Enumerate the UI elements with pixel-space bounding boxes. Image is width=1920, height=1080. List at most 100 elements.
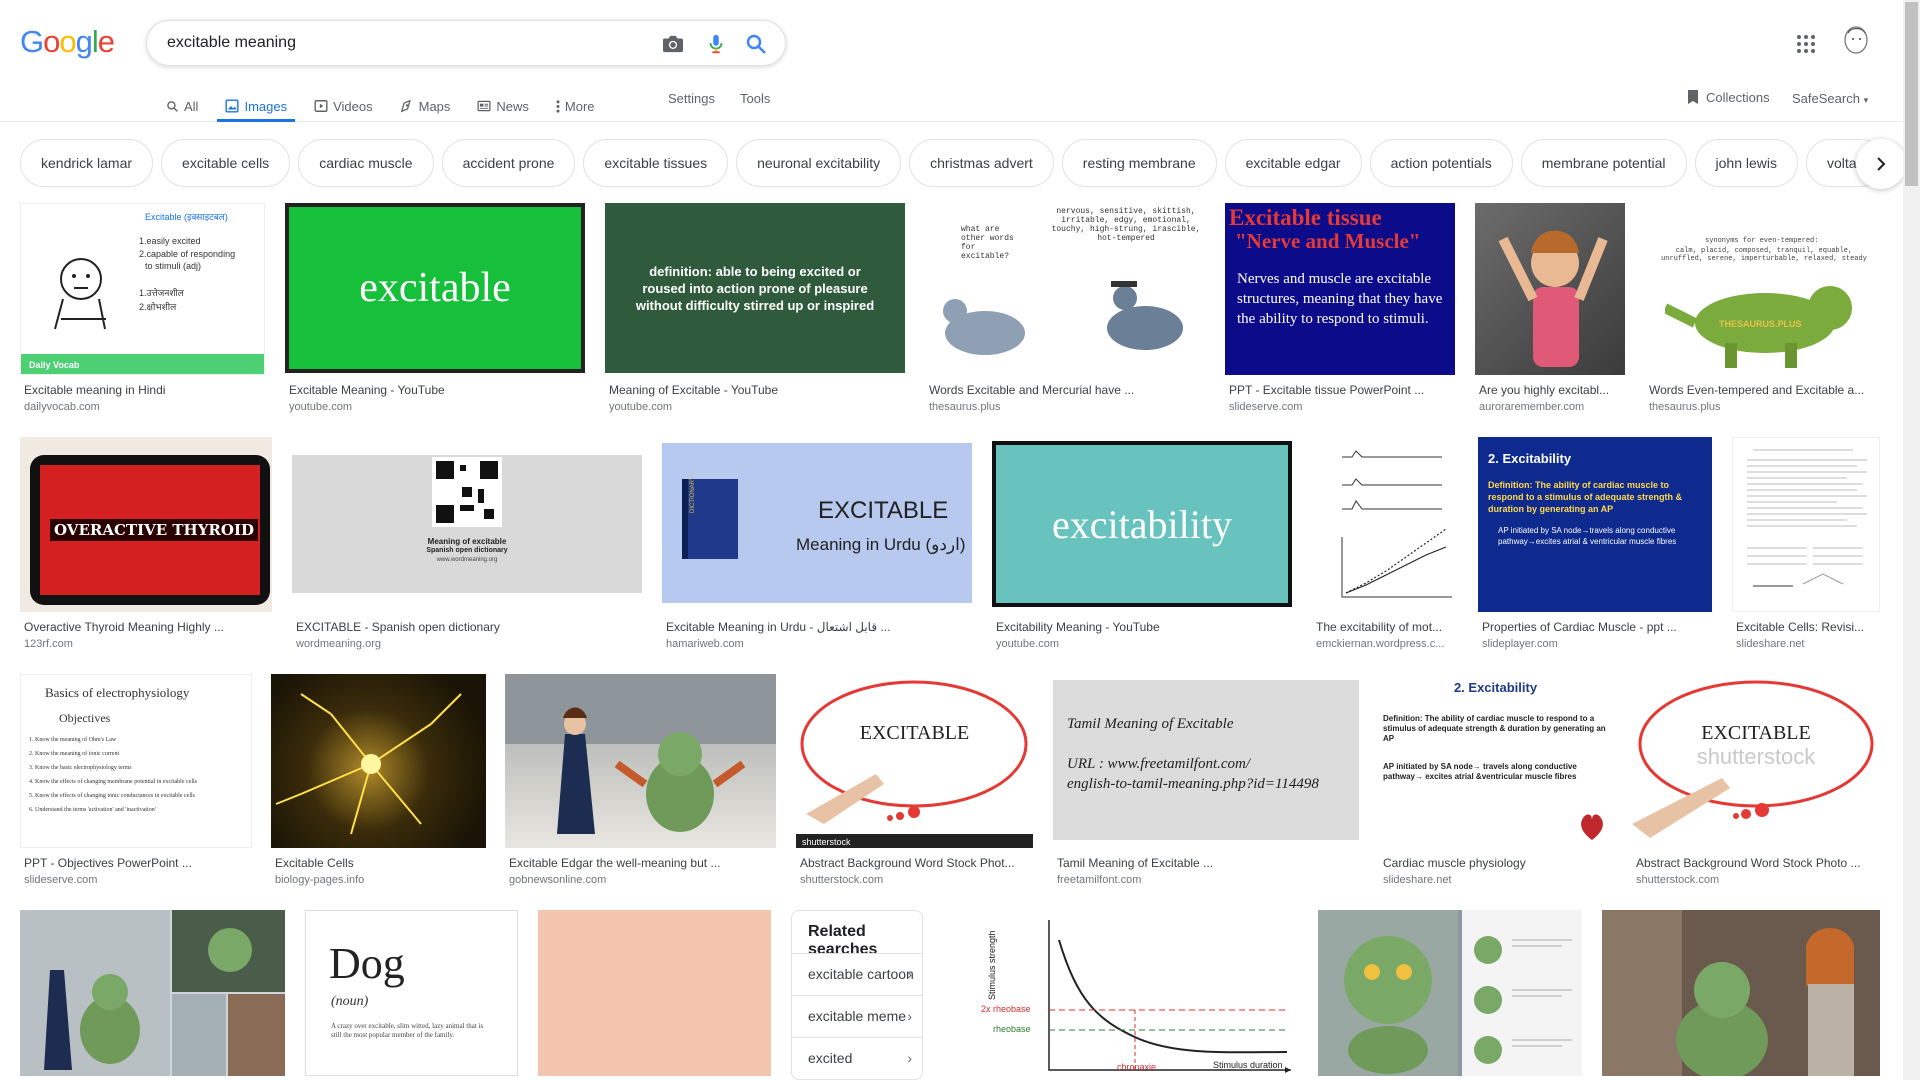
apps-grid-icon[interactable] [1796,34,1816,54]
image-result[interactable]: Are you highly excitabl... auroraremembe… [1475,203,1625,418]
result-title[interactable]: PPT - Excitable tissue PowerPoint ... [1229,383,1455,397]
result-source[interactable]: youtube.com [289,401,352,413]
chip[interactable]: accident prone [441,139,576,187]
result-source[interactable]: freetamilfont.com [1057,874,1141,886]
result-thumbnail[interactable] [1318,910,1582,1076]
image-result[interactable] [1602,910,1880,1080]
result-source[interactable]: gobnewsonline.com [509,874,606,886]
result-thumbnail[interactable]: DICTIONARY EXCITABLE Meaning in Urdu (ار… [662,437,972,612]
chips-next-button[interactable] [1856,139,1906,189]
chip[interactable]: john lewis [1694,139,1798,187]
result-title[interactable]: Cardiac muscle physiology [1383,856,1612,870]
safesearch-dropdown[interactable]: SafeSearch ▾ [1792,91,1868,106]
result-thumbnail[interactable]: excitable [285,203,585,373]
account-avatar[interactable] [1840,24,1872,60]
result-source[interactable]: hamariweb.com [666,638,744,650]
related-search-item[interactable]: excited › [792,1037,922,1079]
result-source[interactable]: slideshare.net [1383,874,1452,886]
tools-link[interactable]: Tools [740,91,770,106]
result-source[interactable]: thesaurus.plus [1649,401,1721,413]
image-result[interactable]: definition: able to being excited or rou… [605,203,905,418]
result-source[interactable]: shutterstock.com [800,874,883,886]
result-thumbnail[interactable]: Meaning of excitable Spanish open dictio… [292,437,642,612]
chip[interactable]: action potentials [1369,139,1513,187]
image-result[interactable] [538,910,771,1080]
result-title[interactable]: Excitable Cells [275,856,486,870]
tab-more[interactable]: More [556,88,595,122]
chip[interactable]: membrane potential [1520,139,1687,187]
chip[interactable]: cardiac muscle [298,139,434,187]
result-thumbnail[interactable] [538,910,771,1076]
result-thumbnail[interactable] [505,674,776,848]
result-thumbnail[interactable]: Stimulus strength 2x rheobase rheobase c… [977,910,1298,1076]
result-title[interactable]: Overactive Thyroid Meaning Highly ... [24,620,272,634]
collections-link[interactable]: Collections [1686,89,1770,105]
image-result[interactable]: excitability Excitability Meaning - YouT… [992,437,1292,652]
chip[interactable]: excitable cells [161,139,291,187]
chip[interactable]: christmas advert [909,139,1054,187]
image-result[interactable]: synonyms for even-tempered: calm, placid… [1645,203,1880,418]
result-source[interactable]: youtube.com [996,638,1059,650]
search-input[interactable]: excitable meaning [167,34,296,52]
image-result[interactable]: Excitable Edgar the well-meaning but ...… [505,674,776,889]
result-source[interactable]: emckiernan.wordpress.c... [1316,638,1444,650]
page-scrollbar[interactable] [1903,0,1920,1080]
result-title[interactable]: Excitable meaning in Hindi [24,383,264,397]
result-thumbnail[interactable] [1312,437,1458,612]
result-source[interactable]: thesaurus.plus [929,401,1001,413]
result-title[interactable]: Excitable Meaning in Urdu - قابل اشتعال … [666,620,972,634]
image-result[interactable]: excitable Excitable Meaning - YouTube yo… [285,203,585,418]
result-source[interactable]: biology-pages.info [275,874,364,886]
result-thumbnail[interactable]: Dog (noun) A crazy over excitable, slim … [305,910,518,1076]
result-thumbnail[interactable]: 2. Excitability Definition: The ability … [1478,437,1712,612]
result-source[interactable]: wordmeaning.org [296,638,381,650]
chip[interactable]: neuronal excitability [736,139,902,187]
result-thumbnail[interactable] [1475,203,1625,375]
image-result[interactable]: 2. Excitability Definition: The ability … [1478,437,1712,652]
tab-images[interactable]: Images [217,88,295,122]
result-thumbnail[interactable] [1602,910,1880,1076]
chip[interactable]: resting membrane [1061,139,1217,187]
result-source[interactable]: slideshare.net [1736,638,1805,650]
result-thumbnail[interactable] [20,910,285,1076]
image-result[interactable]: Tamil Meaning of Excitable URL : www.fre… [1053,674,1359,889]
result-source[interactable]: youtube.com [609,401,672,413]
result-source[interactable]: shutterstock.com [1636,874,1719,886]
result-source[interactable]: slideplayer.com [1482,638,1558,650]
result-thumbnail[interactable]: EXCITABLE shutterstock [1632,674,1880,848]
image-result[interactable]: Meaning of excitable Spanish open dictio… [292,437,642,652]
image-result[interactable]: The excitability of mot... emckiernan.wo… [1312,437,1458,652]
result-title[interactable]: Properties of Cardiac Muscle - ppt ... [1482,620,1712,634]
result-title[interactable]: Excitability Meaning - YouTube [996,620,1292,634]
image-result[interactable]: DICTIONARY EXCITABLE Meaning in Urdu (ار… [662,437,972,652]
result-thumbnail[interactable]: excitability [992,437,1292,612]
result-source[interactable]: 123rf.com [24,638,73,650]
result-thumbnail[interactable]: EXCITABLE shutterstock [796,674,1033,848]
result-title[interactable]: Words Even-tempered and Excitable a... [1649,383,1880,397]
result-title[interactable]: Tamil Meaning of Excitable ... [1057,856,1359,870]
microphone-icon[interactable] [705,32,727,56]
search-box[interactable]: excitable meaning [146,20,786,66]
chip[interactable]: kendrick lamar [20,139,154,187]
result-thumbnail[interactable]: Tamil Meaning of Excitable URL : www.fre… [1053,674,1359,848]
result-source[interactable]: auroraremember.com [1479,401,1584,413]
search-icon[interactable] [744,32,768,56]
result-title[interactable]: PPT - Objectives PowerPoint ... [24,856,252,870]
result-thumbnail[interactable]: what are other words for excitable? nerv… [925,203,1205,375]
camera-icon[interactable] [662,34,684,54]
result-title[interactable]: Excitable Edgar the well-meaning but ... [509,856,776,870]
image-result[interactable]: Excitable (इक्साइटबल) 1.easily excited 2… [20,203,265,418]
image-result[interactable]: Excitable tissue "Nerve and Muscle" Nerv… [1225,203,1455,418]
result-thumbnail[interactable]: definition: able to being excited or rou… [605,203,905,373]
image-result[interactable]: OVERACTIVE THYROID Overactive Thyroid Me… [20,437,272,652]
image-result[interactable]: Basics of electrophysiology Objectives 1… [20,674,252,889]
tab-videos[interactable]: Videos [314,88,373,122]
result-thumbnail[interactable] [1732,437,1880,612]
scrollbar-thumb[interactable] [1905,2,1918,186]
result-title[interactable]: Excitable Cells: Revisi... [1736,620,1880,634]
tab-maps[interactable]: Maps [400,88,450,122]
image-result[interactable]: Dog (noun) A crazy over excitable, slim … [305,910,518,1080]
image-result[interactable] [1318,910,1582,1080]
result-source[interactable]: slideserve.com [1229,401,1302,413]
image-result[interactable] [20,910,285,1080]
